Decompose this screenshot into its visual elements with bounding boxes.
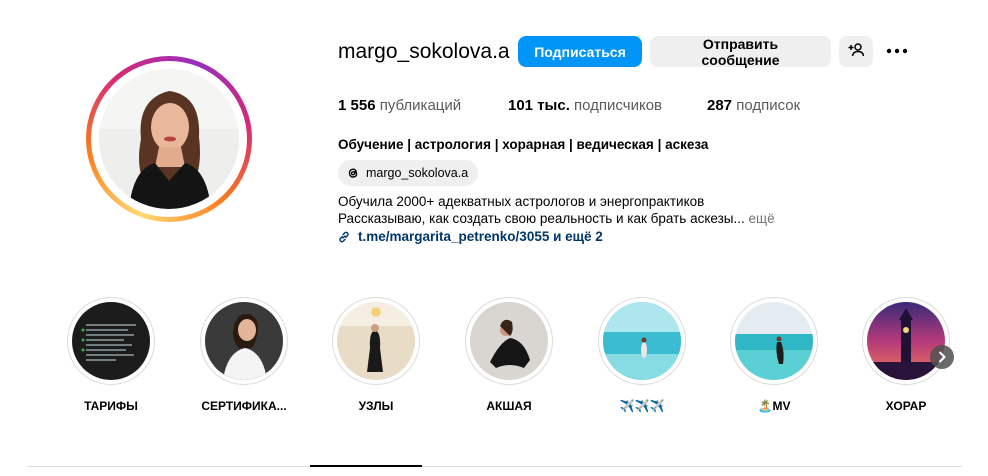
external-link[interactable]: t.me/margarita_petrenko/3055 и ещё 2 [338, 229, 603, 244]
highlight-item-tariffs[interactable]: ТАРИФЫ [65, 297, 157, 413]
posts-count-label: публикаций [379, 97, 462, 114]
highlight-item-travel[interactable]: ✈️✈️✈️ [596, 297, 688, 413]
profile-username: margo_sokolova.a [338, 40, 510, 63]
posts-count: 1 556 публикаций [338, 97, 461, 114]
more-options-button[interactable] [886, 44, 908, 58]
following-count-value: 287 [707, 97, 733, 114]
more-dots-icon [886, 48, 908, 54]
highlight-item-certificates[interactable]: СЕРТИФИКА... [198, 297, 290, 413]
posts-count-value: 1 556 [338, 97, 376, 114]
send-message-button[interactable]: Отправить сообщение [650, 36, 831, 68]
threads-badge[interactable]: margo_sokolova.a [338, 160, 479, 186]
link-icon [339, 231, 349, 242]
highlight-label: СЕРТИФИКА... [201, 399, 287, 413]
highlight-cover [72, 302, 150, 380]
followers-count-value: 101 тыс. [508, 97, 570, 114]
highlight-cover [603, 302, 681, 380]
add-user-icon [848, 43, 865, 61]
highlight-label: 🏝️MV [757, 399, 791, 413]
tabs-divider [28, 466, 962, 467]
followers-count-label: подписчиков [574, 97, 663, 114]
bio-line-1: Обучила 2000+ адекватных астрологов и эн… [338, 194, 705, 209]
highlights-next-button[interactable] [930, 345, 954, 369]
followers-count[interactable]: 101 тыс. подписчиков [508, 97, 662, 114]
bio-line-2: Рассказываю, как создать свою реальность… [338, 211, 745, 226]
highlight-cover [867, 302, 945, 380]
avatar-photo [99, 69, 239, 209]
highlight-item-akshaya[interactable]: АКШАЯ [463, 297, 555, 413]
highlight-cover [470, 302, 548, 380]
following-count-label: подписок [736, 97, 801, 114]
profile-avatar[interactable] [86, 56, 252, 222]
following-count[interactable]: 287 подписок [707, 97, 800, 114]
bio-more-link[interactable]: ещё [749, 211, 775, 226]
bio-line-2-row: Рассказываю, как создать свою реальность… [338, 211, 775, 226]
highlight-label: ТАРИФЫ [84, 399, 138, 413]
follow-button[interactable]: Подписаться [518, 36, 642, 67]
external-link-text: t.me/margarita_petrenko/3055 и ещё 2 [358, 229, 603, 244]
highlight-label: УЗЛЫ [358, 399, 394, 413]
highlight-cover [735, 302, 813, 380]
highlight-label: ✈️✈️✈️ [619, 399, 665, 413]
highlight-item-nodes[interactable]: УЗЛЫ [330, 297, 422, 413]
highlight-label: АКШАЯ [486, 399, 532, 413]
threads-icon [348, 168, 358, 178]
suggest-users-button[interactable] [839, 36, 873, 67]
highlight-cover [337, 302, 415, 380]
highlight-item-maldives[interactable]: 🏝️MV [728, 297, 820, 413]
highlight-label: ХОРАР [885, 399, 927, 413]
active-tab-indicator [310, 465, 422, 467]
bio-title: Обучение | астрология | хорарная | ведич… [338, 137, 709, 152]
threads-handle: margo_sokolova.a [366, 166, 469, 180]
highlight-cover [205, 302, 283, 380]
chevron-right-icon [939, 351, 946, 363]
